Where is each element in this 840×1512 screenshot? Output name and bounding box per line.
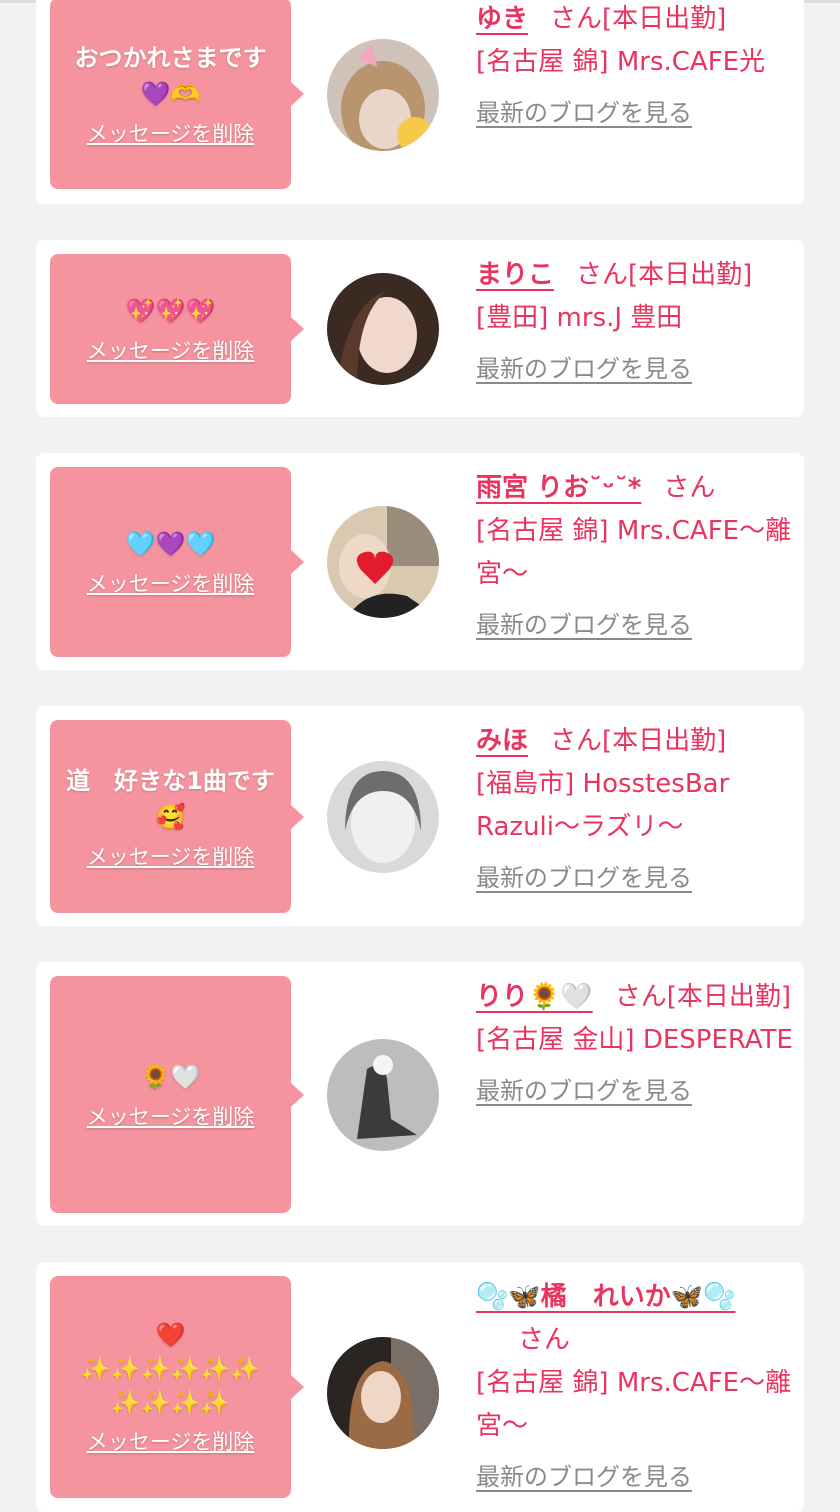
message-bubble: おつかれさまです 💜🫶 メッセージを削除 [50, 0, 304, 189]
avatar[interactable] [327, 761, 439, 873]
cast-name-link[interactable]: みほ [476, 726, 528, 756]
message-bubble: 💖💖💖 メッセージを削除 [50, 254, 304, 404]
latest-blog-link[interactable]: 最新のブログを見る [476, 1070, 692, 1113]
delete-message-link[interactable]: メッセージを削除 [87, 118, 255, 148]
latest-blog-link[interactable]: 最新のブログを見る [476, 1456, 692, 1499]
cast-name-link[interactable]: まりこ [476, 260, 554, 290]
delete-message-link[interactable]: メッセージを削除 [87, 335, 255, 365]
avatar[interactable] [327, 1337, 439, 1449]
cast-info: 🫧🦋橘 れいか🦋🫧 さん [名古屋 錦] Mrs.CAFE〜離宮〜 最新のブログを… [476, 1276, 794, 1499]
message-bubble: 道 好きな1曲です🥰 メッセージを削除 [50, 720, 304, 913]
shop-name: [名古屋 金山] DESPERATE [476, 1025, 793, 1055]
delete-message-link[interactable]: メッセージを削除 [87, 841, 255, 871]
message-card: 道 好きな1曲です🥰 メッセージを削除 みほ さん[本日出勤] [福島市] Hos… [36, 706, 804, 926]
cast-info: りり🌻🤍 さん[本日出勤] [名古屋 金山] DESPERATE 最新のブログを見… [476, 976, 794, 1113]
shop-name: [豊田] mrs.J 豊田 [476, 303, 683, 333]
message-card: 💖💖💖 メッセージを削除 まりこ さん[本日出勤] [豊田] mrs.J 豊田 最… [36, 240, 804, 417]
message-bubble: 🩵💜🩵 メッセージを削除 [50, 467, 304, 657]
cast-info: みほ さん[本日出勤] [福島市] HosstesBar Razuli〜ラズリ〜 … [476, 720, 794, 900]
message-card: おつかれさまです 💜🫶 メッセージを削除 ゆき さん[本日出勤] [名古屋 錦] … [36, 0, 804, 204]
message-text: 🩵💜🩵 [125, 530, 216, 558]
message-card: 🩵💜🩵 メッセージを削除 雨宮 りお˘ᵕ˘* さん [名古屋 錦] Mrs.CAF… [36, 453, 804, 670]
cast-name-link[interactable]: 雨宮 りお˘ᵕ˘* [476, 473, 641, 503]
avatar[interactable] [327, 273, 439, 385]
cast-info: 雨宮 りお˘ᵕ˘* さん [名古屋 錦] Mrs.CAFE〜離宮〜 最新のブログを… [476, 467, 794, 647]
message-text: 道 好きな1曲です🥰 [66, 766, 275, 831]
cast-status: さん[本日出勤] [550, 4, 727, 34]
message-bubble: ❤️ ✨✨✨✨✨✨ ✨✨✨✨ メッセージを削除 [50, 1276, 304, 1498]
message-bubble: 🌻🤍 メッセージを削除 [50, 976, 304, 1213]
cast-name-link[interactable]: りり🌻🤍 [476, 982, 593, 1012]
avatar[interactable] [327, 1039, 439, 1151]
message-text: おつかれさまです 💜🫶 [74, 43, 267, 108]
cast-name-link[interactable]: 🫧🦋橘 れいか🦋🫧 [476, 1282, 736, 1312]
message-text: ❤️ ✨✨✨✨✨✨ ✨✨✨✨ [80, 1321, 261, 1417]
cast-status: さん [663, 473, 716, 503]
delete-message-link[interactable]: メッセージを削除 [87, 568, 255, 598]
shop-name: [名古屋 錦] Mrs.CAFE光 [476, 47, 766, 77]
cast-status: さん [518, 1325, 571, 1355]
cast-info: ゆき さん[本日出勤] [名古屋 錦] Mrs.CAFE光 最新のブログを見る [476, 0, 794, 135]
message-text: 💖💖💖 [125, 297, 216, 325]
message-text: 🌻🤍 [140, 1062, 201, 1091]
cast-info: まりこ さん[本日出勤] [豊田] mrs.J 豊田 最新のブログを見る [476, 254, 794, 391]
latest-blog-link[interactable]: 最新のブログを見る [476, 92, 692, 135]
cast-status: さん[本日出勤] [576, 260, 753, 290]
message-card: ❤️ ✨✨✨✨✨✨ ✨✨✨✨ メッセージを削除 🫧🦋橘 れいか🦋🫧 さん [名古屋… [36, 1262, 804, 1512]
shop-name: [名古屋 錦] Mrs.CAFE〜離宮〜 [476, 516, 792, 589]
cast-name-link[interactable]: ゆき [476, 4, 528, 34]
latest-blog-link[interactable]: 最新のブログを見る [476, 857, 692, 900]
avatar[interactable] [327, 39, 439, 151]
avatar[interactable] [327, 506, 439, 618]
cast-status: さん[本日出勤] [550, 726, 727, 756]
delete-message-link[interactable]: メッセージを削除 [87, 1426, 255, 1456]
cast-status: さん[本日出勤] [614, 982, 792, 1012]
delete-message-link[interactable]: メッセージを削除 [87, 1101, 255, 1131]
shop-name: [福島市] HosstesBar Razuli〜ラズリ〜 [476, 769, 730, 842]
shop-name: [名古屋 錦] Mrs.CAFE〜離宮〜 [476, 1368, 792, 1441]
latest-blog-link[interactable]: 最新のブログを見る [476, 604, 692, 647]
latest-blog-link[interactable]: 最新のブログを見る [476, 348, 692, 391]
message-card: 🌻🤍 メッセージを削除 りり🌻🤍 さん[本日出勤] [名古屋 金山] DESPER… [36, 962, 804, 1226]
